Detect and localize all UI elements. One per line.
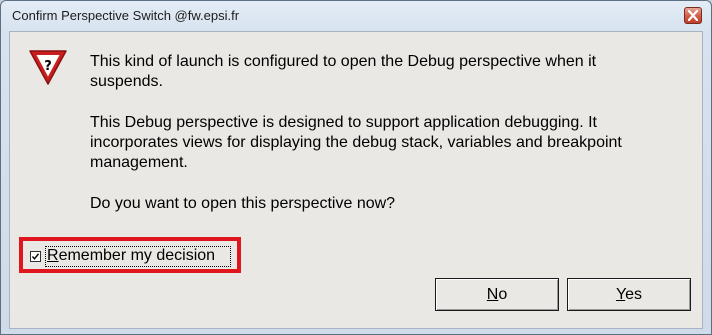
close-button[interactable] (684, 7, 702, 24)
remember-decision-label[interactable]: Remember my decision (47, 247, 215, 265)
title-bar[interactable]: Confirm Perspective Switch @fw.epsi.fr (1, 1, 711, 31)
message-paragraph-launch: This kind of launch is configured to ope… (90, 53, 597, 90)
mnemonic-y: Y (615, 286, 626, 303)
yes-button[interactable]: Yes (567, 278, 691, 311)
svg-text:?: ? (44, 59, 52, 74)
checkmark-icon (31, 253, 40, 260)
no-button[interactable]: No (435, 278, 559, 311)
dialog-content: ? This kind of launch is configured to o… (9, 31, 703, 329)
yes-rest: es (625, 286, 643, 303)
no-rest: o (498, 286, 508, 303)
close-icon (688, 10, 698, 21)
warning-question-icon: ? (29, 50, 67, 85)
message-text: This kind of launch is configured to ope… (90, 52, 690, 235)
message-paragraph-question: Do you want to open this perspective now… (90, 195, 396, 212)
message-paragraph-description: This Debug perspective is designed to su… (90, 114, 622, 171)
dialog-window: Confirm Perspective Switch @fw.epsi.fr ?… (0, 0, 712, 335)
remember-decision-checkbox[interactable] (30, 251, 41, 262)
window-title: Confirm Perspective Switch @fw.epsi.fr (12, 8, 240, 23)
mnemonic-r: R (47, 247, 59, 264)
mnemonic-n: N (486, 286, 499, 303)
label-rest: emember my decision (58, 247, 216, 264)
